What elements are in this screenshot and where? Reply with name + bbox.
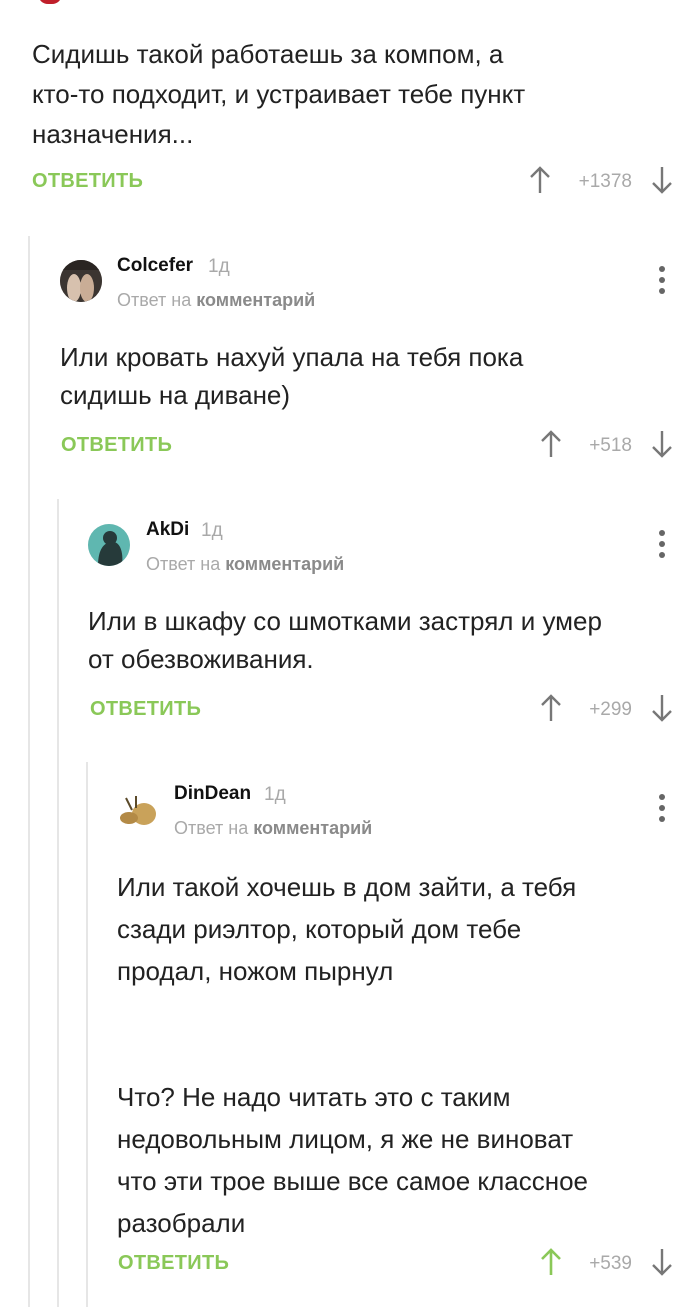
author-name[interactable]: Colcefer — [117, 255, 193, 277]
arrow-up-icon[interactable] — [540, 1248, 562, 1276]
comment-text: Или такой хочешь в дом зайти, а тебя сза… — [117, 872, 589, 1238]
reply-button[interactable]: ОТВЕТИТЬ — [61, 434, 172, 457]
author-name[interactable]: AkDi — [146, 519, 189, 541]
comment-text: Или в шкафу со шмотками застрял и умер о… — [88, 606, 602, 674]
kebab-menu-icon[interactable] — [657, 266, 667, 296]
reply-to-link[interactable]: Ответ на комментарий — [146, 554, 344, 575]
arrow-up-icon[interactable] — [540, 430, 562, 458]
arrow-down-icon[interactable] — [651, 1248, 673, 1276]
arrow-down-icon[interactable] — [651, 166, 673, 194]
reply-to-target[interactable]: комментарий — [196, 290, 315, 310]
reply-to-prefix: Ответ на — [146, 554, 221, 574]
reply-to-target[interactable]: комментарий — [225, 554, 344, 574]
comment-time: 1д — [208, 256, 230, 277]
rating-value: +539 — [589, 1253, 632, 1274]
avatar[interactable] — [88, 524, 130, 566]
reply-button[interactable]: ОТВЕТИТЬ — [32, 170, 143, 193]
comment-text: Сидишь такой работаешь за компом, а кто-… — [32, 39, 526, 149]
avatar[interactable] — [60, 260, 102, 302]
reply-to-prefix: Ответ на — [117, 290, 192, 310]
arrow-up-icon[interactable] — [529, 166, 551, 194]
comment-time: 1д — [264, 784, 286, 805]
reply-to-target[interactable]: комментарий — [253, 818, 372, 838]
arrow-down-icon[interactable] — [651, 694, 673, 722]
thread-line-level-3 — [86, 762, 88, 1307]
kebab-menu-icon[interactable] — [657, 794, 667, 824]
thread-line-level-2 — [57, 499, 59, 1307]
author-name[interactable]: DinDean — [174, 783, 251, 805]
reply-to-link[interactable]: Ответ на комментарий — [117, 290, 315, 311]
reply-button[interactable]: ОТВЕТИТЬ — [118, 1252, 229, 1275]
top-avatar-fragment — [38, 0, 62, 4]
rating-value: +299 — [589, 699, 632, 720]
thread-line-level-1 — [28, 236, 30, 1307]
reply-to-link[interactable]: Ответ на комментарий — [174, 818, 372, 839]
arrow-up-icon[interactable] — [540, 694, 562, 722]
arrow-down-icon[interactable] — [651, 430, 673, 458]
rating-value: +1378 — [578, 171, 632, 192]
comment-text: Или кровать нахуй упала на тебя пока сид… — [60, 342, 524, 410]
avatar[interactable] — [116, 788, 158, 830]
comment-time: 1д — [201, 520, 223, 541]
kebab-menu-icon[interactable] — [657, 530, 667, 560]
rating-value: +518 — [589, 435, 632, 456]
reply-to-prefix: Ответ на — [174, 818, 249, 838]
reply-button[interactable]: ОТВЕТИТЬ — [90, 698, 201, 721]
